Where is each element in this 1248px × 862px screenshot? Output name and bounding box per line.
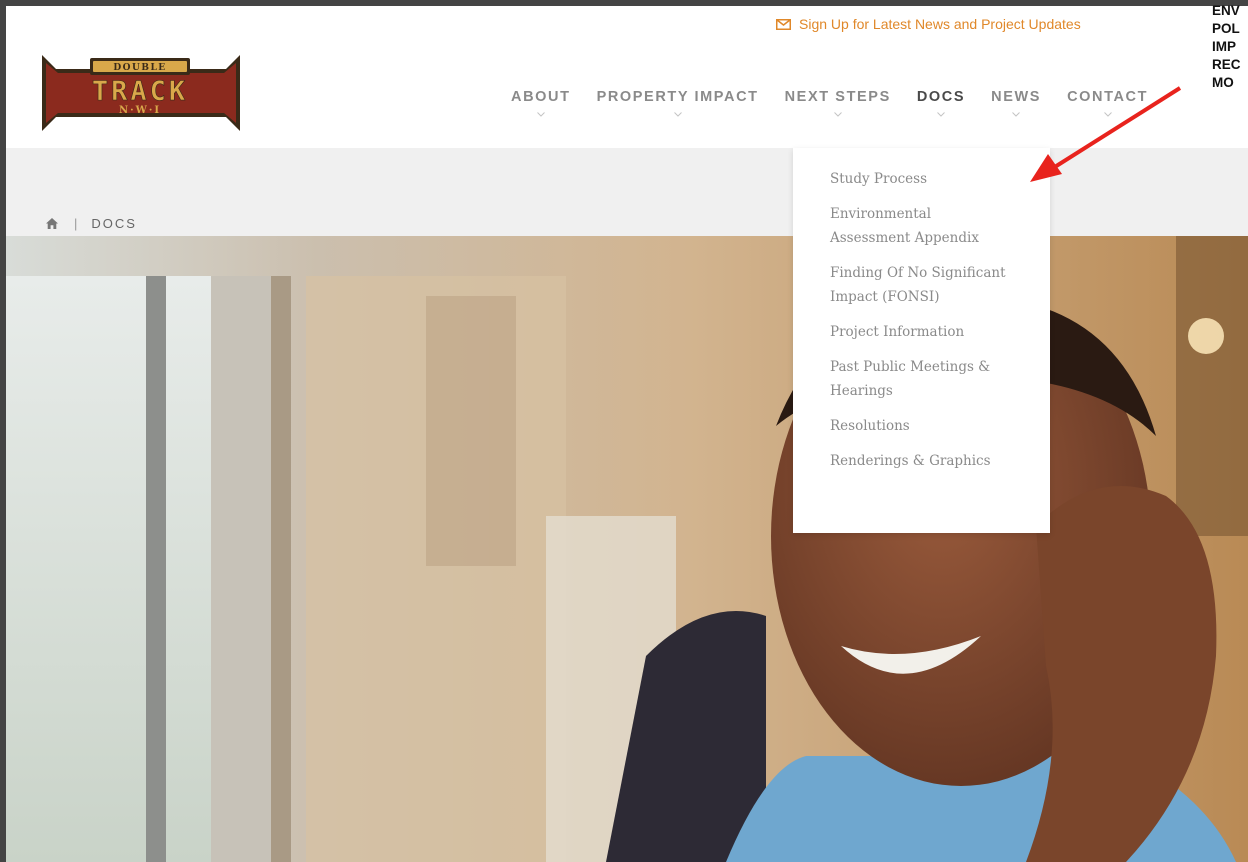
breadcrumb-current: DOCS [91,216,137,231]
annotation-text: ENV POL IMP REC MO [1212,2,1248,92]
envelope-icon [776,18,791,30]
nav-label: ABOUT [511,89,571,105]
annotation-line: POL [1212,21,1240,36]
annotation-arrow-icon [1030,86,1182,182]
logo-main-text: TRACK [92,76,188,107]
home-icon[interactable] [46,218,58,229]
annotation-line: ENV [1212,3,1240,18]
nav-label: NEXT STEPS [784,89,891,105]
chevron-down-icon [833,112,842,117]
dropdown-item-renderings-graphics[interactable]: Renderings & Graphics [793,449,1050,473]
logo-bottom-text: N·W·I [119,105,161,116]
dropdown-item-environmental-assessment-appendix[interactable]: Environmental Assessment Appendix [793,202,1050,250]
chevron-down-icon [673,112,682,117]
nav-item-about[interactable]: ABOUT [511,88,571,117]
nav-item-docs[interactable]: DOCS [916,88,966,117]
nav-item-next-steps[interactable]: NEXT STEPS [784,88,891,117]
annotation-line: MO [1212,75,1234,90]
breadcrumb: | DOCS [46,216,137,231]
dropdown-item-resolutions[interactable]: Resolutions [793,414,1050,438]
nav-label: DOCS [916,89,966,105]
annotation-line: REC [1212,57,1241,72]
nav-label: PROPERTY IMPACT [596,89,759,105]
dropdown-item-fonsi[interactable]: Finding Of No Significant Impact (FONSI) [793,261,1050,309]
chevron-down-icon [536,112,545,117]
dropdown-item-project-information[interactable]: Project Information [793,320,1050,344]
docs-dropdown-menu: Study Process Environmental Assessment A… [793,148,1050,533]
breadcrumb-separator: | [74,216,78,231]
dropdown-item-study-process[interactable]: Study Process [793,167,1050,191]
dropdown-item-past-public-meetings[interactable]: Past Public Meetings & Hearings [793,355,1050,403]
logo-top-text: DOUBLE [113,63,166,73]
chevron-down-icon [937,112,945,117]
nav-item-property-impact[interactable]: PROPERTY IMPACT [596,88,759,117]
annotation-line: IMP [1212,39,1237,54]
hero-image [6,236,1248,862]
double-track-logo[interactable]: DOUBLE TRACK N·W·I [42,55,240,131]
chevron-down-icon [1012,112,1020,117]
signup-label: Sign Up for Latest News and Project Upda… [799,16,1081,32]
signup-link[interactable]: Sign Up for Latest News and Project Upda… [776,16,1081,32]
